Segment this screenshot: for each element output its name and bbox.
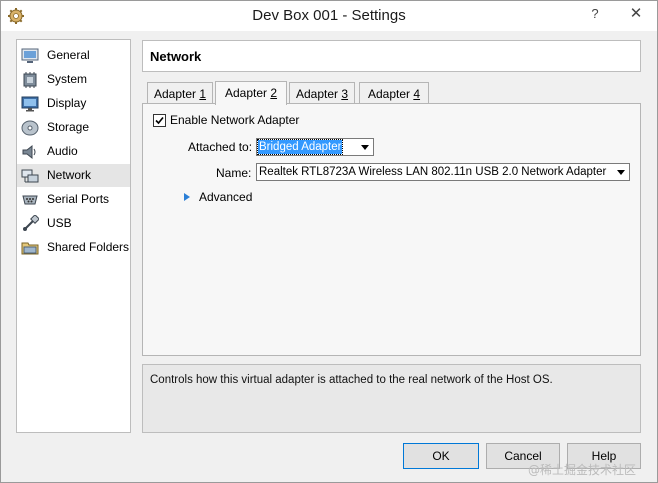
tab-mnemonic: 2 [270,86,278,100]
sidebar-item-system[interactable]: System [17,68,130,91]
attached-to-value: Bridged Adapter [256,139,344,155]
chevron-down-icon [617,170,625,175]
tab-label: Adapter [153,87,200,101]
storage-icon [21,120,39,136]
tab-adapter-2[interactable]: Adapter 2 [215,81,287,105]
window-title: Dev Box 001 - Settings [252,7,406,24]
expand-arrow-icon [184,193,190,201]
shared-folders-icon [21,242,39,255]
tab-mnemonic: 4 [413,87,421,101]
sidebar-item-network[interactable]: Network [17,164,130,187]
sidebar-item-audio[interactable]: Audio [17,140,130,163]
checkmark-icon [155,116,164,125]
attached-to-select[interactable]: Bridged Adapter [256,138,374,156]
sidebar-item-label: Network [47,168,92,182]
page-title: Network [150,49,202,64]
sidebar-item-display[interactable]: Display [17,92,130,115]
general-icon [21,48,39,63]
description-text: Controls how this virtual adapter is att… [150,374,553,386]
sidebar-item-usb[interactable]: USB [17,212,130,235]
attached-to-label: Attached to: [188,140,253,154]
network-icon [21,169,39,183]
settings-sidebar: General System Display Storage Audio Net… [16,39,131,433]
tab-mnemonic: 3 [341,87,349,101]
serial-ports-icon [22,195,38,205]
adapter-name-select[interactable]: Realtek RTL8723A Wireless LAN 802.11n US… [256,163,630,181]
tab-adapter-3[interactable]: Adapter 3 [289,82,355,104]
watermark: @稀土掘金技术社区 [528,463,637,477]
enable-adapter-checkbox[interactable] [153,114,166,127]
sidebar-item-label: Serial Ports [47,192,110,206]
sidebar-item-label: Display [47,96,87,110]
tab-adapter-4[interactable]: Adapter 4 [359,82,429,104]
title-bar[interactable]: Dev Box 001 - Settings ? ✕ [1,1,657,31]
ok-button-label: OK [432,449,450,463]
tab-label: Adapter [367,87,414,101]
sidebar-item-serial-ports[interactable]: Serial Ports [17,188,130,211]
display-icon [21,96,39,112]
adapter-name-value: Realtek RTL8723A Wireless LAN 802.11n US… [259,166,607,178]
tab-label: Adapter [224,86,271,100]
sidebar-item-label: Shared Folders [47,240,130,254]
tab-adapter-1[interactable]: Adapter 1 [147,82,213,104]
sidebar-item-label: General [47,48,90,62]
enable-adapter-label[interactable]: Enable Network Adapter [170,113,299,127]
sidebar-item-label: USB [47,216,72,230]
settings-window: Dev Box 001 - Settings ? ✕ General Syste… [0,0,658,483]
sidebar-item-label: Audio [47,144,78,158]
sidebar-item-general[interactable]: General [17,44,130,67]
section-header: Network [142,40,641,72]
system-icon [23,72,37,88]
usb-icon [23,215,39,231]
title-close-button[interactable]: ✕ [615,1,657,29]
sidebar-item-label: Storage [47,120,90,134]
sidebar-item-storage[interactable]: Storage [17,116,130,139]
advanced-label: Advanced [199,190,253,204]
sidebar-item-shared-folders[interactable]: Shared Folders [17,236,130,259]
tab-mnemonic: 1 [199,87,207,101]
title-help-button[interactable]: ? [579,1,611,29]
sidebar-item-label: System [47,72,88,86]
description-box: Controls how this virtual adapter is att… [142,364,641,433]
name-label: Name: [216,166,252,180]
audio-icon [22,144,36,160]
ok-button[interactable]: OK [403,443,479,469]
tab-label: Adapter [295,87,342,101]
chevron-down-icon [361,145,369,150]
